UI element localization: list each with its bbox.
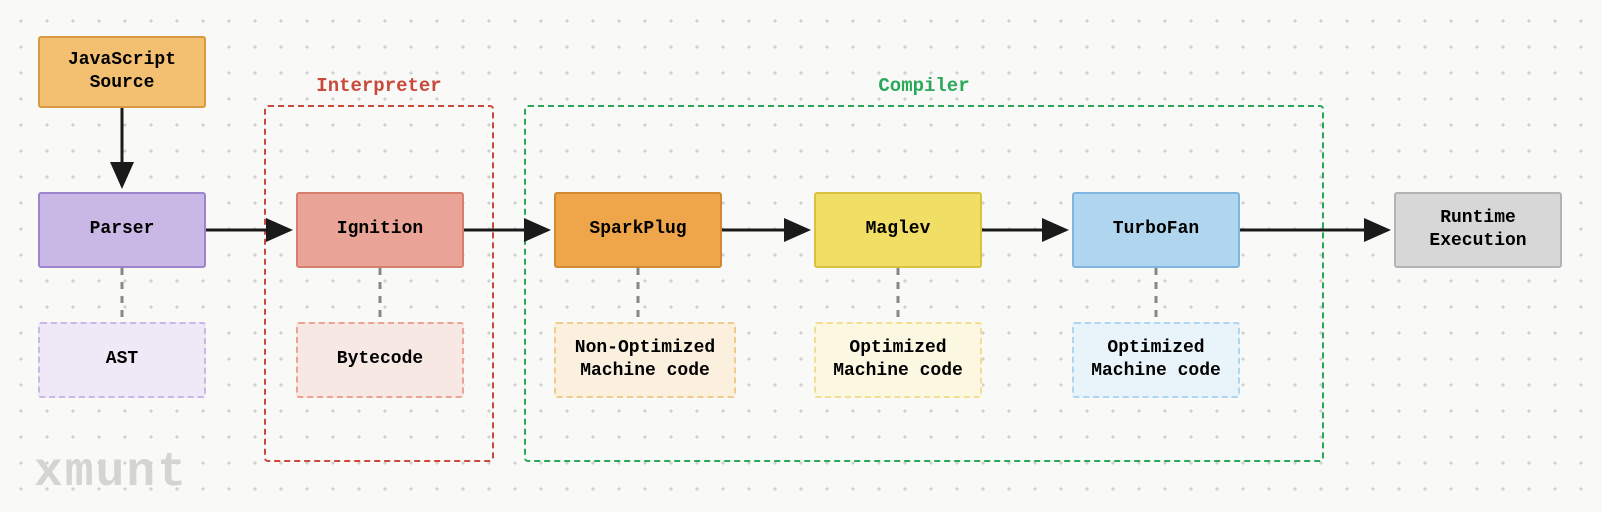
node-label: Maglev [866, 218, 931, 241]
node-bytecode: Bytecode [296, 322, 464, 398]
node-label: Non-Optimized Machine code [575, 337, 715, 384]
node-opt1: Optimized Machine code [814, 322, 982, 398]
interpreter-label: Interpreter [316, 75, 441, 97]
compiler-label: Compiler [878, 75, 969, 97]
node-js-source: JavaScript Source [38, 36, 206, 108]
node-label: JavaScript Source [68, 49, 176, 96]
compiler-group: Compiler [524, 105, 1324, 462]
node-parser: Parser [38, 192, 206, 268]
node-label: Parser [90, 218, 155, 241]
node-label: Bytecode [337, 348, 423, 371]
node-maglev: Maglev [814, 192, 982, 268]
node-sparkplug: SparkPlug [554, 192, 722, 268]
node-ast: AST [38, 322, 206, 398]
node-label: Optimized Machine code [1091, 337, 1221, 384]
node-opt2: Optimized Machine code [1072, 322, 1240, 398]
node-ignition: Ignition [296, 192, 464, 268]
node-label: SparkPlug [589, 218, 686, 241]
node-label: Runtime Execution [1429, 207, 1526, 254]
node-label: TurboFan [1113, 218, 1199, 241]
node-runtime: Runtime Execution [1394, 192, 1562, 268]
node-label: Optimized Machine code [833, 337, 963, 384]
node-label: AST [106, 348, 138, 371]
interpreter-group: Interpreter [264, 105, 494, 462]
node-label: Ignition [337, 218, 423, 241]
node-nonopt: Non-Optimized Machine code [554, 322, 736, 398]
watermark: xmunt [34, 446, 188, 500]
node-turbofan: TurboFan [1072, 192, 1240, 268]
